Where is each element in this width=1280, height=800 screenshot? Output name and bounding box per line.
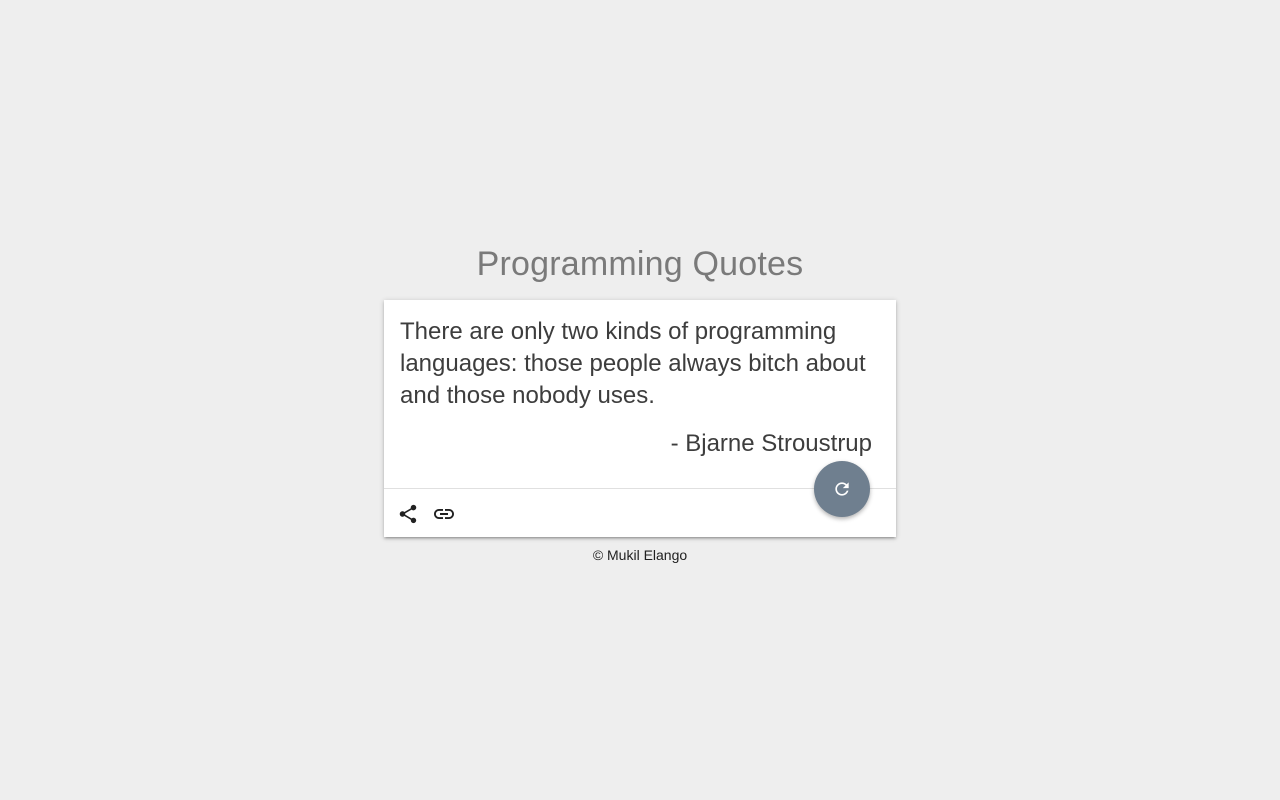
app-container: Programming Quotes There are only two ki… (384, 240, 896, 563)
share-icon (399, 504, 417, 524)
page-title: Programming Quotes (476, 245, 804, 283)
copy-link-button[interactable] (432, 502, 456, 526)
refresh-icon (835, 482, 849, 496)
share-button[interactable] (396, 502, 420, 526)
card-actions (396, 500, 468, 528)
refresh-quote-button[interactable] (814, 461, 870, 517)
quote-text: There are only two kinds of programming … (400, 318, 866, 409)
quote-author: - Bjarne Stroustrup (670, 430, 872, 457)
link-icon (434, 509, 454, 519)
footer-copyright: © Mukil Elango (592, 547, 688, 563)
quote-card: There are only two kinds of programming … (384, 300, 896, 537)
